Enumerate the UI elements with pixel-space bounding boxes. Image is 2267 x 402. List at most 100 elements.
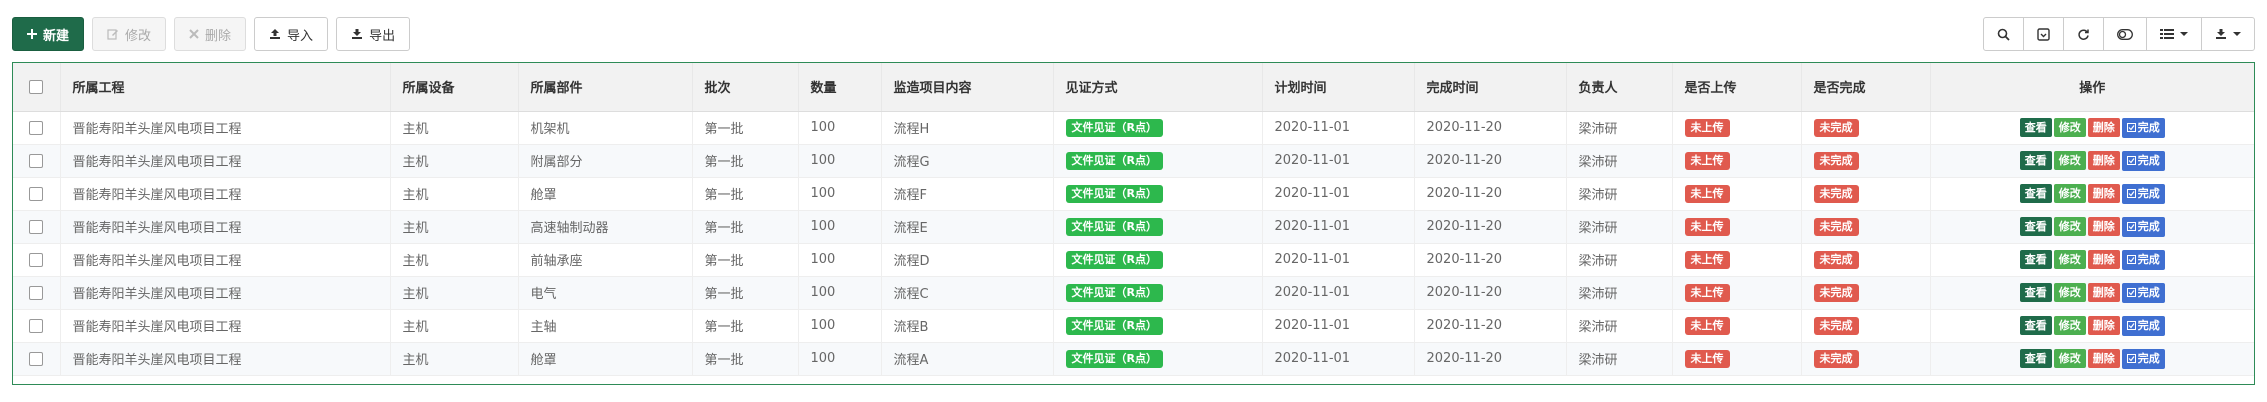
view-button[interactable]: 查看 (2019, 282, 2052, 302)
row-checkbox[interactable] (29, 351, 44, 366)
edit-button-label: 修改 (125, 28, 152, 44)
quantity-cell: 100 (798, 276, 882, 310)
column-header[interactable]: 所属设备 (390, 63, 519, 112)
column-header[interactable]: 数量 (798, 63, 882, 112)
edit-row-button[interactable]: 修改 (2053, 117, 2086, 137)
delete-button[interactable]: 删除 (174, 17, 247, 51)
edit-row-button[interactable]: 修改 (2053, 183, 2086, 203)
row-checkbox[interactable] (29, 186, 44, 201)
witness-badge: 文件见证（R点） (1065, 316, 1163, 335)
column-header[interactable]: 是否上传 (1672, 63, 1802, 112)
table-row[interactable]: 晋能寿阳羊头崖风电项目工程 主机 前轴承座 第一批 100 流程D 文件见证（R点） 2020… (13, 243, 2254, 277)
edit-row-button[interactable]: 修改 (2053, 249, 2086, 269)
project-cell: 晋能寿阳羊头崖风电项目工程 (60, 243, 391, 277)
edit-button[interactable]: 修改 (92, 17, 167, 51)
table-row[interactable]: 晋能寿阳羊头崖风电项目工程 主机 舱罩 第一批 100 流程A 文件见证（R点） 2020-1… (13, 342, 2254, 376)
row-checkbox[interactable] (29, 120, 44, 135)
complete-button[interactable]: 完成 (2121, 150, 2165, 171)
complete-button[interactable]: 完成 (2121, 249, 2165, 270)
column-header[interactable]: 批次 (692, 63, 799, 112)
complete-status-badge: 未完成 (1813, 184, 1859, 203)
done-time-cell: 2020-11-20 (1414, 342, 1567, 376)
plan-time-cell: 2020-11-01 (1262, 111, 1415, 145)
column-header[interactable]: 完成时间 (1414, 63, 1567, 112)
complete-button[interactable]: 完成 (2121, 216, 2165, 237)
table-row[interactable]: 晋能寿阳羊头崖风电项目工程 主机 电气 第一批 100 流程C 文件见证（R点） 2020-1… (13, 276, 2254, 310)
delete-row-button[interactable]: 删除 (2087, 315, 2120, 335)
delete-row-button[interactable]: 删除 (2087, 183, 2120, 203)
columns-button[interactable] (2146, 17, 2202, 51)
refresh-button[interactable] (2063, 17, 2104, 51)
device-cell: 主机 (390, 243, 519, 277)
row-checkbox[interactable] (29, 285, 44, 300)
view-button[interactable]: 查看 (2019, 216, 2052, 236)
complete-button[interactable]: 完成 (2121, 282, 2165, 303)
toggle-view-button[interactable] (2023, 17, 2064, 51)
view-button[interactable]: 查看 (2019, 183, 2052, 203)
row-checkbox[interactable] (29, 252, 44, 267)
delete-row-button[interactable]: 删除 (2087, 150, 2120, 170)
table-row[interactable]: 晋能寿阳羊头崖风电项目工程 主机 附属部分 第一批 100 流程G 文件见证（R点） 2020… (13, 144, 2254, 178)
column-header[interactable]: 见证方式 (1053, 63, 1263, 112)
checkbox-icon (2126, 187, 2136, 202)
edit-row-button[interactable]: 修改 (2053, 315, 2086, 335)
column-header[interactable]: 所属工程 (60, 63, 391, 112)
owner-cell: 梁沛研 (1566, 210, 1673, 244)
import-button[interactable]: 导入 (254, 17, 329, 51)
view-button[interactable]: 查看 (2019, 348, 2052, 368)
quantity-cell: 100 (798, 210, 882, 244)
upload-status-cell: 未上传 (1672, 111, 1802, 145)
column-header[interactable]: 监造项目内容 (881, 63, 1054, 112)
edit-row-button[interactable]: 修改 (2053, 348, 2086, 368)
complete-status-badge: 未完成 (1813, 217, 1859, 236)
data-table: 所属工程 所属设备 所属部件 批次 数量 监造项目内容 见证方式 计划时间 完成… (12, 62, 2255, 385)
actions-cell: 查看 修改 删除 完成 (1930, 210, 2254, 244)
delete-row-button[interactable]: 删除 (2087, 216, 2120, 236)
device-cell: 主机 (390, 342, 519, 376)
upload-status-badge: 未上传 (1684, 250, 1730, 269)
view-button[interactable]: 查看 (2019, 315, 2052, 335)
complete-button[interactable]: 完成 (2121, 315, 2165, 336)
owner-cell: 梁沛研 (1566, 243, 1673, 277)
column-header[interactable]: 计划时间 (1262, 63, 1415, 112)
complete-status-badge: 未完成 (1813, 118, 1859, 137)
witness-badge: 文件见证（R点） (1065, 184, 1163, 203)
table-row[interactable]: 晋能寿阳羊头崖风电项目工程 主机 高速轴制动器 第一批 100 流程E 文件见证（R点） 20… (13, 210, 2254, 244)
complete-button[interactable]: 完成 (2121, 348, 2165, 369)
table-row[interactable]: 晋能寿阳羊头崖风电项目工程 主机 舱罩 第一批 100 流程F 文件见证（R点） 2020-1… (13, 177, 2254, 211)
view-button[interactable]: 查看 (2019, 249, 2052, 269)
delete-row-button[interactable]: 删除 (2087, 282, 2120, 302)
switch-button[interactable] (2103, 17, 2147, 51)
complete-button-label: 完成 (2137, 351, 2160, 365)
row-checkbox[interactable] (29, 153, 44, 168)
edit-row-button[interactable]: 修改 (2053, 282, 2086, 302)
delete-row-button[interactable]: 删除 (2087, 348, 2120, 368)
select-all-checkbox[interactable] (29, 79, 44, 94)
delete-row-button[interactable]: 删除 (2087, 117, 2120, 137)
view-button[interactable]: 查看 (2019, 117, 2052, 137)
column-header[interactable]: 所属部件 (518, 63, 693, 112)
chevron-down-icon (2233, 32, 2241, 36)
complete-button[interactable]: 完成 (2121, 183, 2165, 204)
new-button[interactable]: 新建 (12, 17, 85, 51)
edit-row-button[interactable]: 修改 (2053, 216, 2086, 236)
witness-badge: 文件见证（R点） (1065, 250, 1163, 269)
batch-cell: 第一批 (692, 276, 799, 310)
table-row[interactable]: 晋能寿阳羊头崖风电项目工程 主机 主轴 第一批 100 流程B 文件见证（R点） 2020-1… (13, 309, 2254, 343)
search-button[interactable] (1983, 17, 2024, 51)
table-row[interactable]: 晋能寿阳羊头崖风电项目工程 主机 机架机 第一批 100 流程H 文件见证（R点） 2020-… (13, 111, 2254, 145)
export-button[interactable]: 导出 (336, 17, 411, 51)
column-header[interactable]: 负责人 (1566, 63, 1673, 112)
row-checkbox[interactable] (29, 219, 44, 234)
delete-row-button[interactable]: 删除 (2087, 249, 2120, 269)
part-cell: 主轴 (518, 309, 693, 343)
row-checkbox[interactable] (29, 318, 44, 333)
checkbox-icon (2126, 352, 2136, 367)
export-menu-button[interactable] (2201, 17, 2255, 51)
view-button[interactable]: 查看 (2019, 150, 2052, 170)
owner-cell: 梁沛研 (1566, 177, 1673, 211)
column-header[interactable]: 是否完成 (1801, 63, 1931, 112)
row-select-cell (13, 309, 61, 343)
complete-button[interactable]: 完成 (2121, 117, 2165, 138)
edit-row-button[interactable]: 修改 (2053, 150, 2086, 170)
